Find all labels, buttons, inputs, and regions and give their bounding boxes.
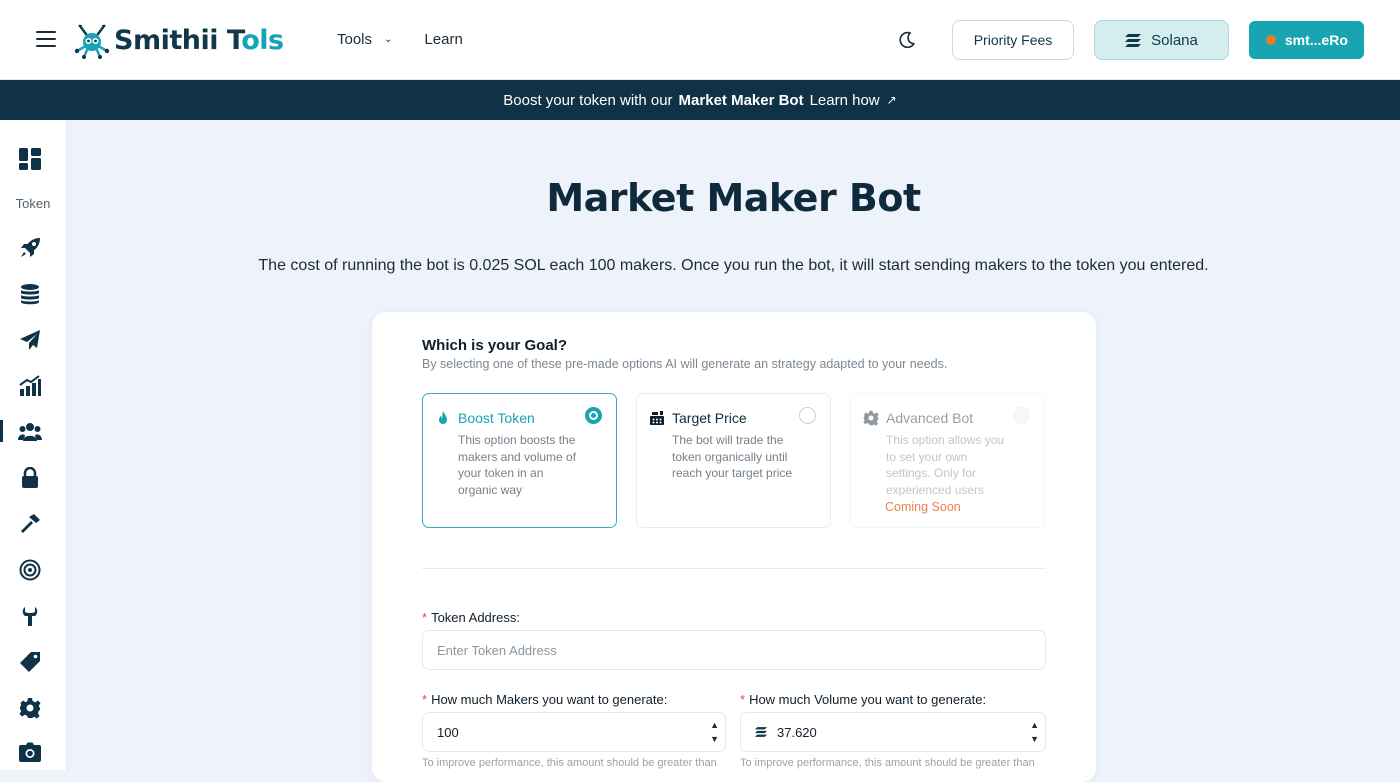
page-title: Market Maker Bot	[546, 176, 921, 220]
banner-bold-text: Market Maker Bot	[678, 91, 804, 109]
option-radio[interactable]	[585, 407, 602, 424]
required-marker: *	[740, 692, 746, 707]
option-title: Target Price	[672, 410, 747, 426]
solana-icon	[755, 727, 767, 737]
top-bar: Smithii Tols Tools ⌄ Learn Priority Fees…	[0, 0, 1400, 80]
makers-value: 100	[437, 724, 459, 740]
nav-tools-dropdown[interactable]: Tools ⌄	[337, 31, 392, 48]
hamburger-menu-icon[interactable]	[36, 31, 56, 48]
makers-label: * How much Makers you want to generate:	[422, 692, 667, 707]
section-divider	[422, 568, 1046, 569]
option-radio	[1013, 407, 1030, 424]
chevron-down-icon: ⌄	[384, 34, 393, 45]
stepper-down-icon[interactable]: ▼	[1030, 734, 1039, 744]
banner-learn-how-link[interactable]: Learn how ↗	[810, 92, 897, 109]
makers-hint: To improve performance, this amount shou…	[422, 757, 717, 769]
wallet-button[interactable]: ✹ smt...eRo	[1249, 21, 1364, 59]
token-address-placeholder: Enter Token Address	[437, 642, 557, 658]
camera-icon[interactable]	[18, 740, 42, 764]
smithii-logo-icon	[74, 24, 110, 59]
makers-input[interactable]: 100 ▲ ▼	[422, 712, 726, 752]
chart-icon[interactable]	[18, 374, 42, 398]
volume-value: 37.620	[777, 724, 817, 740]
wallet-avatar-icon: ✹	[1265, 31, 1277, 48]
priority-fees-label: Priority Fees	[973, 32, 1053, 48]
lock-icon[interactable]	[18, 466, 42, 490]
volume-hint: To improve performance, this amount shou…	[740, 757, 1035, 769]
token-address-label-text: Token Address:	[431, 610, 520, 625]
priority-fees-button[interactable]: Priority Fees	[952, 20, 1074, 60]
stepper-up-icon[interactable]: ▲	[710, 720, 719, 730]
rocket-icon[interactable]	[18, 236, 42, 260]
option-title: Advanced Bot	[886, 410, 974, 426]
solana-icon	[1125, 33, 1142, 47]
option-description: The bot will trade the token organically…	[672, 433, 793, 481]
makers-stepper[interactable]: ▲ ▼	[710, 713, 719, 751]
token-address-label: * Token Address:	[422, 610, 520, 625]
option-title: Boost Token	[458, 410, 535, 426]
wallet-address: smt...eRo	[1284, 32, 1348, 48]
required-marker: *	[422, 692, 428, 707]
main-nav: Tools ⌄ Learn	[337, 31, 463, 48]
volume-input[interactable]: 37.620 ▲ ▼	[740, 712, 1046, 752]
nav-learn-link[interactable]: Learn	[424, 31, 462, 48]
moon-icon[interactable]	[896, 29, 918, 51]
banner-prefix: Boost your token with our	[503, 91, 673, 109]
wrench-icon[interactable]	[18, 604, 42, 628]
makers-label-text: How much Makers you want to generate:	[431, 692, 668, 707]
option-target-price[interactable]: Target Price The bot will trade the toke…	[636, 393, 831, 528]
volume-label: * How much Volume you want to generate:	[740, 692, 986, 707]
logo-text: Smithii Tols	[114, 24, 284, 56]
tag-icon[interactable]	[18, 650, 42, 674]
option-description: This option boosts the makers and volume…	[458, 433, 577, 497]
sidebar-active-indicator	[0, 420, 3, 442]
volume-label-text: How much Volume you want to generate:	[749, 692, 987, 707]
dashboard-icon[interactable]	[18, 147, 42, 171]
coming-soon-badge: Coming Soon	[885, 500, 961, 514]
banner-link-label: Learn how	[809, 91, 880, 109]
logo[interactable]: Smithii Tols	[72, 20, 284, 60]
stepper-down-icon[interactable]: ▼	[710, 734, 719, 744]
users-icon[interactable]	[18, 420, 42, 444]
external-link-icon: ↗	[886, 93, 897, 107]
network-label: Solana	[1151, 31, 1198, 49]
option-boost-token[interactable]: Boost Token This option boosts the maker…	[422, 393, 617, 528]
sidebar-section-label: Token	[15, 196, 51, 211]
gear-icon[interactable]	[18, 696, 42, 720]
network-selector-button[interactable]: Solana	[1094, 20, 1229, 60]
required-marker: *	[422, 610, 428, 625]
sidebar: Token	[0, 120, 67, 770]
option-radio[interactable]	[799, 407, 816, 424]
stepper-up-icon[interactable]: ▲	[1030, 720, 1039, 730]
nav-tools-label: Tools	[337, 31, 373, 48]
bot-config-card: Which is your Goal? By selecting one of …	[372, 312, 1096, 782]
page-description: The cost of running the bot is 0.025 SOL…	[258, 257, 1209, 274]
goal-subheading: By selecting one of these pre-made optio…	[422, 357, 948, 371]
target-icon[interactable]	[18, 558, 42, 582]
goal-heading: Which is your Goal?	[422, 337, 568, 354]
database-icon[interactable]	[18, 282, 42, 306]
option-description: This option allows you to set your own s…	[886, 433, 1005, 497]
paper-plane-icon[interactable]	[18, 328, 42, 352]
token-address-input[interactable]: Enter Token Address	[422, 630, 1046, 670]
promo-banner: Boost your token with our Market Maker B…	[0, 80, 1400, 120]
gear-icon	[863, 410, 879, 426]
fire-icon	[439, 411, 447, 424]
volume-stepper[interactable]: ▲ ▼	[1030, 713, 1039, 751]
cash-register-icon	[650, 411, 664, 425]
hammer-icon[interactable]	[18, 512, 42, 536]
